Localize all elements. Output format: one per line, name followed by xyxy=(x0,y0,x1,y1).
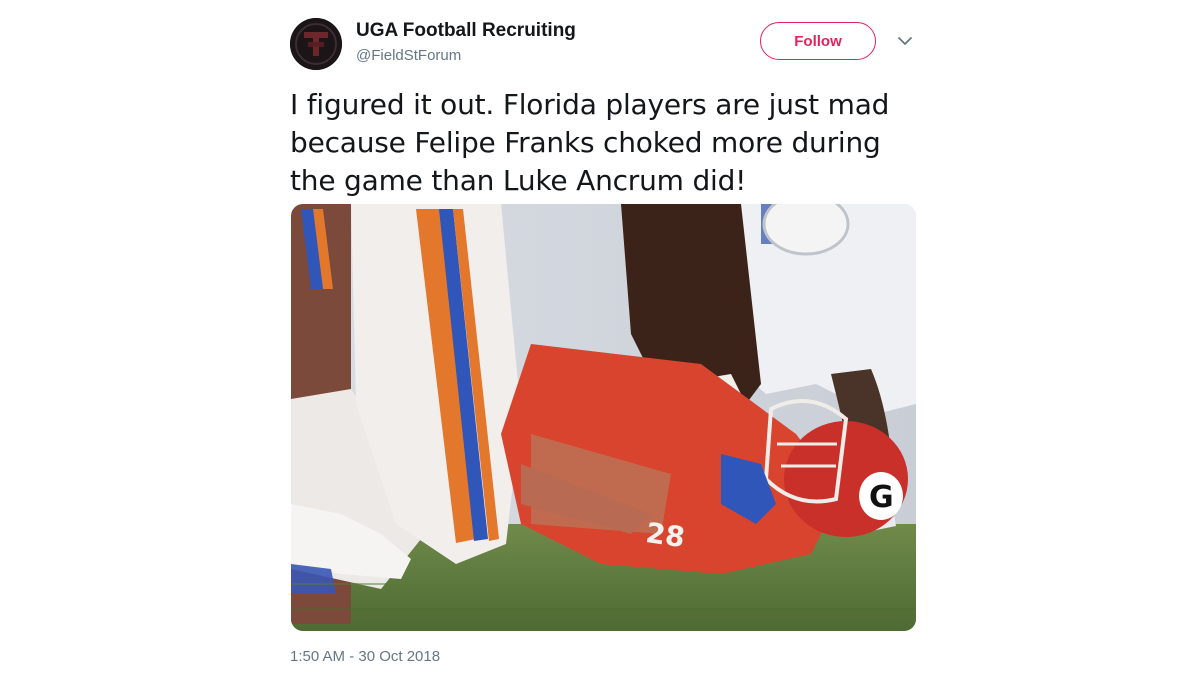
svg-text:28: 28 xyxy=(644,516,687,554)
svg-text:G: G xyxy=(869,480,894,515)
follow-button[interactable]: Follow xyxy=(760,22,876,60)
avatar-logo xyxy=(290,18,342,70)
tweet-text-line-3: the game than Luke Ancrum did! xyxy=(290,164,747,197)
tweet-text-line-2: because Felipe Franks choked more during xyxy=(290,126,881,159)
football-photo: 28 G xyxy=(291,204,916,631)
tweet-text: I figured it out. Florida players are ju… xyxy=(290,86,910,200)
account-handle[interactable]: @FieldStForum xyxy=(356,47,461,64)
chevron-down-icon[interactable] xyxy=(896,32,914,50)
tweet-text-line-1: I figured it out. Florida players are ju… xyxy=(290,88,890,121)
tweet-photo[interactable]: 28 G xyxy=(291,204,916,631)
account-name[interactable]: UGA Football Recruiting xyxy=(356,20,576,42)
tweet-timestamp[interactable]: 1:50 AM - 30 Oct 2018 xyxy=(290,648,440,665)
avatar[interactable] xyxy=(290,18,342,70)
